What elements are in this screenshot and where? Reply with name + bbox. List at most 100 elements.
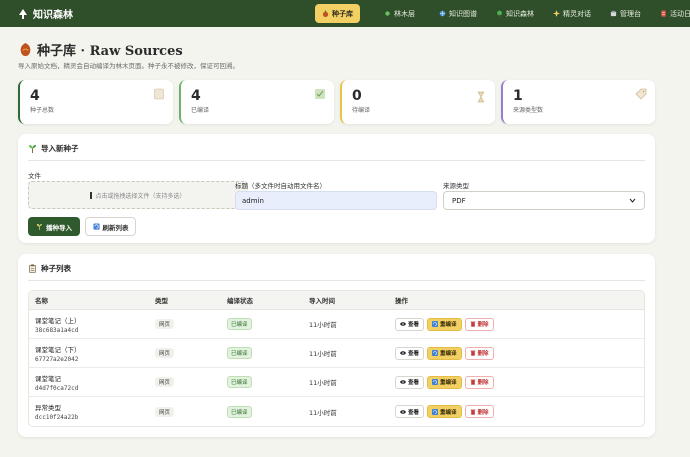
main-nav: 种子库 林木层 知识图谱 知识森林 精灵对话 管理台 活动日志 (315, 4, 690, 23)
trash-icon (470, 321, 475, 327)
dot-icon (385, 11, 390, 16)
title-input[interactable] (235, 191, 437, 210)
seed-icon (20, 42, 31, 57)
seed-name: 课堂笔记（下） (35, 345, 81, 354)
sparkle-icon (553, 10, 560, 17)
refresh-icon (432, 379, 439, 385)
table-row: 课堂笔记 d4d7f0ca72cd 网页 已编译 11小时前 查看 重编译 删除 (29, 368, 644, 397)
recompile-button[interactable]: 重编译 (427, 317, 462, 331)
nav-item-forest-layer[interactable]: 林木层 (377, 4, 422, 23)
recompile-button[interactable]: 重编译 (427, 346, 462, 360)
import-card-title: 导入新种子 (28, 143, 79, 154)
page-subtitle: 导入原始文档，精灵会自动编译为林木页面。种子永不被修改，保证可回溯。 (18, 62, 239, 70)
view-button[interactable]: 查看 (395, 346, 425, 360)
stat-value: 0 (352, 88, 362, 104)
view-button[interactable]: 查看 (395, 375, 425, 389)
source-type-label: 来源类型 (443, 182, 469, 190)
divider (28, 280, 645, 281)
stat-value: 4 (30, 88, 40, 104)
document-icon (154, 88, 164, 100)
refresh-icon (432, 408, 439, 415)
type-badge: 网页 (155, 319, 175, 329)
nav-item-knowledge-graph[interactable]: 知识图谱 (432, 4, 484, 23)
trash-icon (470, 379, 475, 385)
sprout-icon (36, 223, 43, 230)
stat-card-compiled: 4 已编译 (179, 80, 334, 124)
type-badge: 网页 (155, 377, 175, 387)
seed-name-cell: 课堂笔记 d4d7f0ca72cd (29, 373, 155, 392)
stat-card-pending: 0 待编译 (340, 80, 495, 124)
table-row: 课堂笔记（上） 38c683a1a4cd 网页 已编译 11小时前 查看 重编译… (29, 310, 644, 339)
type-cell: 网页 (155, 406, 227, 417)
check-box-icon (315, 89, 325, 99)
column-header-name: 名称 (35, 297, 48, 305)
seed-table: 名称 类型 编译状态 导入时间 操作 课堂笔记（上） 38c683a1a4cd … (28, 290, 645, 427)
refresh-icon (432, 350, 439, 356)
view-button[interactable]: 查看 (395, 405, 425, 418)
seed-id: d4d7f0ca72cd (35, 384, 79, 392)
nav-item-sprite-chat[interactable]: 精灵对话 (546, 4, 598, 23)
seed-name: 课堂笔记（上） (35, 316, 81, 325)
tree-icon (19, 8, 27, 19)
status-badge: 已编译 (227, 376, 252, 388)
seed-name-cell: 课堂笔记（上） 38c683a1a4cd (29, 315, 155, 334)
stat-value: 4 (191, 88, 201, 104)
stat-value: 1 (513, 88, 523, 104)
stat-label: 种子总数 (30, 107, 55, 114)
nav-item-activity-log[interactable]: 活动日志 (653, 4, 690, 23)
delete-button[interactable]: 删除 (464, 317, 494, 331)
delete-button[interactable]: 删除 (464, 375, 494, 389)
status-badge: 已编译 (227, 405, 252, 418)
eye-icon (400, 380, 406, 384)
type-cell: 网页 (155, 377, 227, 387)
import-time: 11小时前 (309, 350, 337, 358)
nav-item-seed-library[interactable]: 种子库 (315, 4, 360, 23)
refresh-list-button[interactable]: 刷新列表 (85, 217, 136, 236)
actions-cell: 查看 重编译 删除 (395, 317, 644, 331)
nav-item-admin[interactable]: 管理台 (603, 4, 648, 23)
tag-icon (635, 88, 647, 100)
import-time: 11小时前 (309, 321, 337, 329)
cursor-icon (90, 191, 93, 199)
status-badge: 已编译 (227, 318, 252, 330)
divider (28, 160, 645, 161)
title-label: 标题（多文件时自动用文件名） (235, 182, 326, 190)
column-header-time: 导入时间 (309, 297, 335, 305)
table-row: 课堂笔记（下） 67727a2e2042 网页 已编译 11小时前 查看 重编译… (29, 339, 644, 368)
eye-icon (400, 351, 406, 355)
gear-icon (610, 10, 617, 17)
eye-icon (400, 409, 406, 414)
stat-label: 已编译 (191, 107, 210, 114)
import-time: 11小时前 (309, 408, 337, 417)
status-cell: 已编译 (227, 347, 309, 359)
seed-icon (322, 10, 329, 17)
file-dropzone[interactable]: 点击或拖拽选择文件（支持多选） (28, 181, 248, 209)
nav-item-knowledge-forest[interactable]: 知识森林 (489, 4, 541, 23)
top-navbar: 知识森林 种子库 林木层 知识图谱 知识森林 精灵对话 管理台 活动日志 (0, 0, 690, 27)
status-cell: 已编译 (227, 376, 309, 388)
brand-name: 知识森林 (33, 10, 73, 21)
recompile-button[interactable]: 重编译 (427, 375, 462, 389)
actions-cell: 查看 重编译 删除 (395, 375, 644, 389)
type-badge: 网页 (155, 348, 175, 358)
plant-import-button[interactable]: 播种导入 (28, 217, 80, 236)
table-header: 名称 类型 编译状态 导入时间 操作 (29, 291, 644, 310)
seed-name: 课堂笔记 (35, 374, 61, 383)
actions-cell: 查看 重编译 删除 (395, 346, 644, 360)
hourglass-icon (477, 91, 485, 103)
column-header-status: 编译状态 (227, 297, 253, 305)
brand-logo[interactable]: 知识森林 (18, 6, 73, 21)
type-cell: 网页 (155, 319, 227, 329)
delete-button[interactable]: 删除 (464, 346, 494, 360)
tree-icon (497, 10, 502, 17)
globe-icon (439, 10, 446, 17)
seed-id: 67727a2e2042 (35, 355, 79, 363)
column-header-type: 类型 (155, 297, 168, 305)
source-type-select[interactable]: PDF (443, 191, 645, 210)
view-button[interactable]: 查看 (395, 317, 425, 331)
delete-button[interactable]: 删除 (464, 405, 494, 418)
sprout-icon (28, 144, 37, 153)
recompile-button[interactable]: 重编译 (427, 405, 462, 418)
status-badge: 已编译 (227, 347, 252, 359)
stat-label: 来源类型数 (513, 107, 544, 114)
